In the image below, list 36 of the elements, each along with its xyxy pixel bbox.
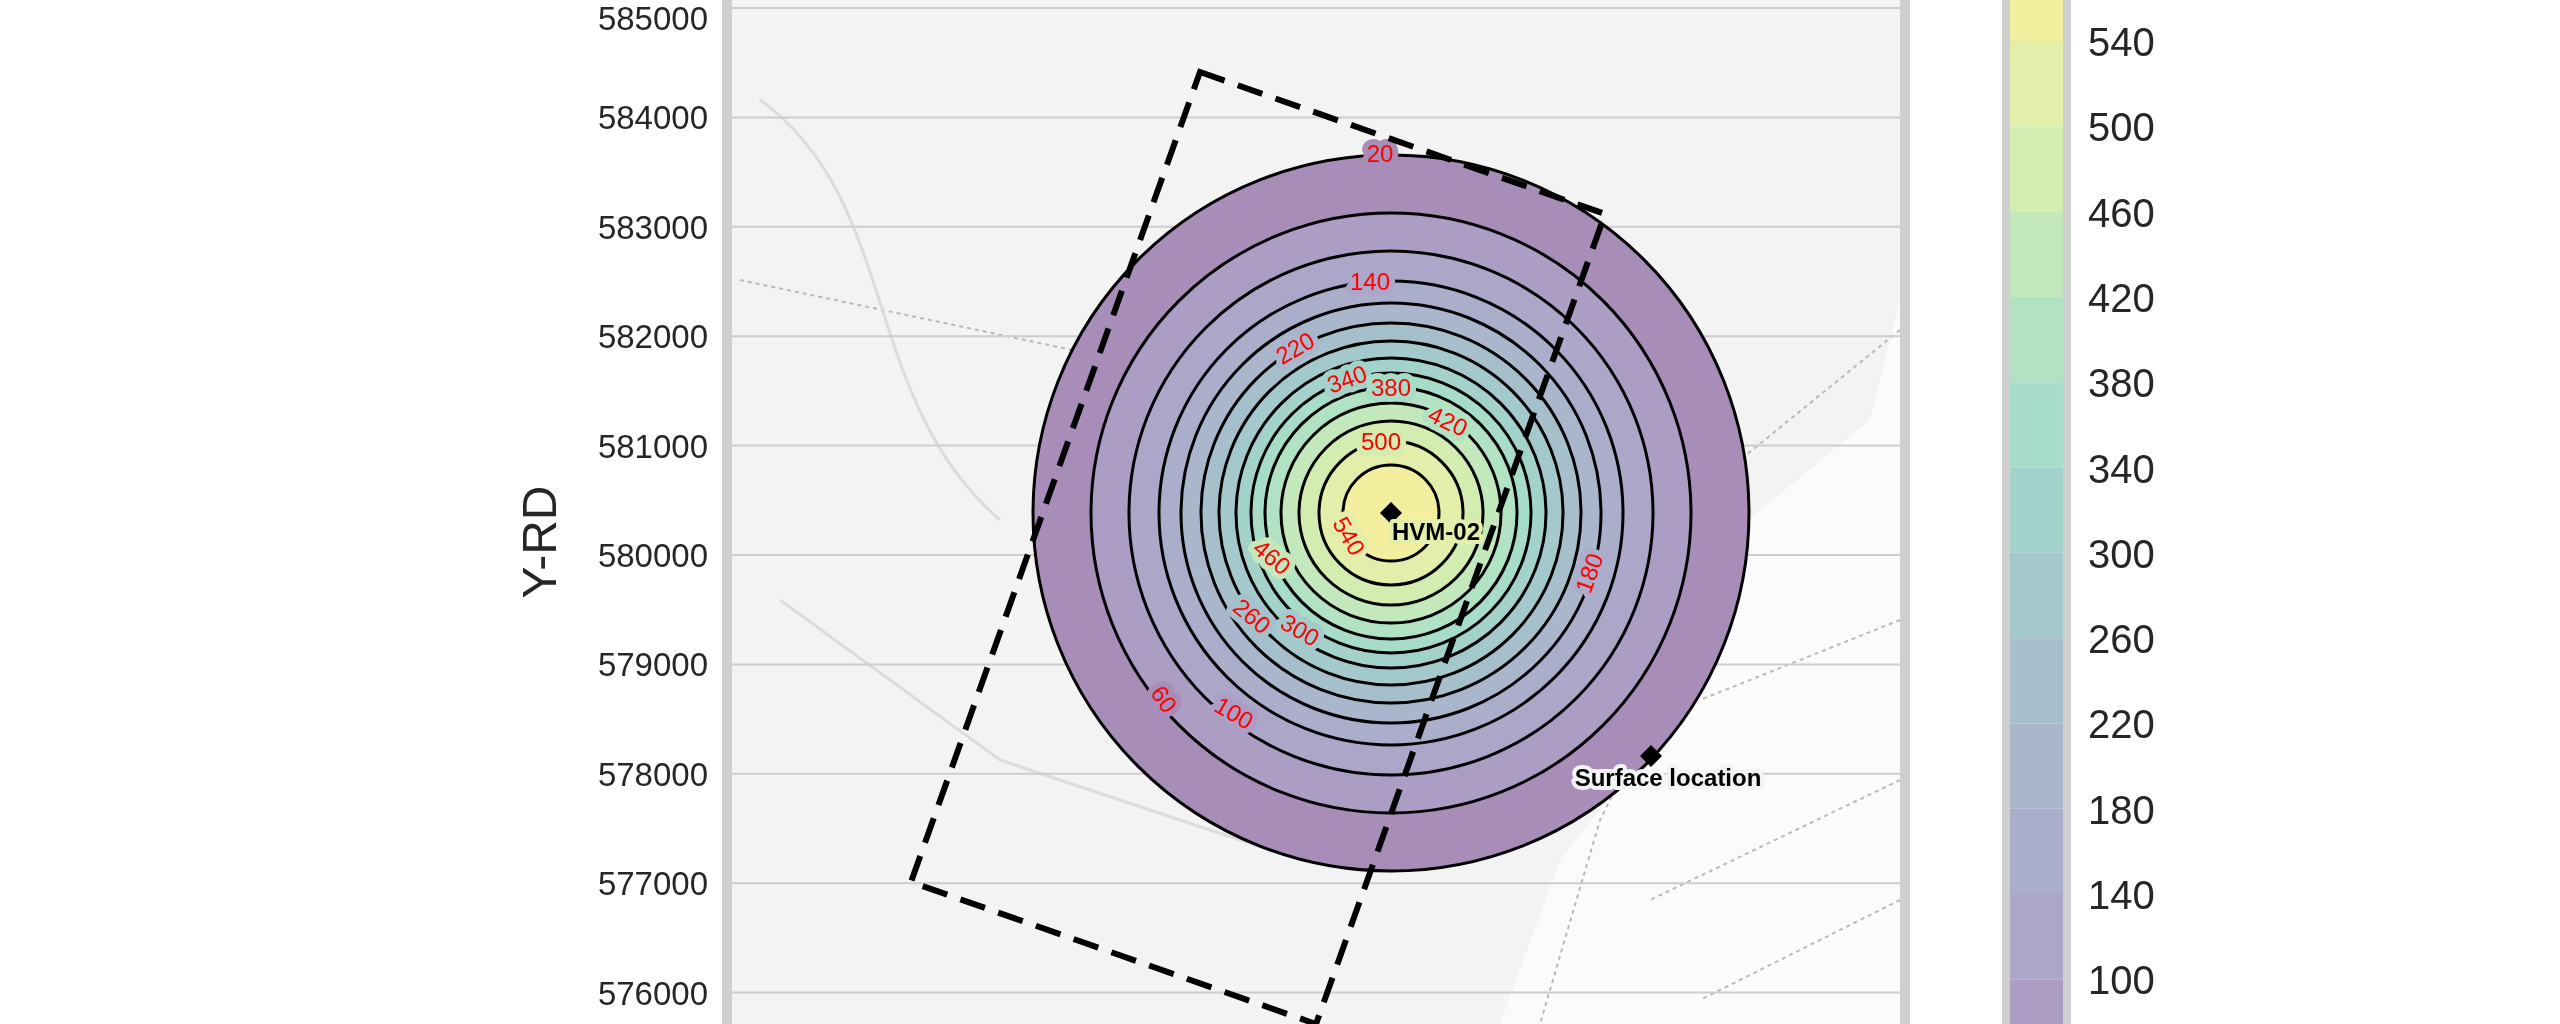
y-tick-label: 580000 xyxy=(597,537,708,574)
colorbar-tick-label: 540 xyxy=(2088,20,2155,64)
contour-label: 100 xyxy=(1209,691,1259,735)
colorbar-tick-label: 180 xyxy=(2088,787,2155,832)
contour-label: 60 xyxy=(1145,680,1183,718)
colorbar-tick-label: 260 xyxy=(2088,617,2155,662)
colorbar-tick-label: 340 xyxy=(2088,446,2155,491)
contour-label: 340 xyxy=(1323,359,1371,399)
y-tick-label: 579000 xyxy=(597,646,708,684)
diamond-marker xyxy=(1640,745,1662,767)
y-tick-label: 576000 xyxy=(597,974,708,1012)
colorbar-tick-label: 300 xyxy=(2088,531,2155,576)
contour-label: 260 xyxy=(1228,592,1276,640)
y-tick-label: 585000 xyxy=(597,0,708,37)
contour-label: 460 xyxy=(1248,533,1296,581)
contour-label: 540 xyxy=(1327,511,1371,561)
y-tick-label: 584000 xyxy=(597,99,708,137)
contour-label: 220 xyxy=(1270,326,1320,370)
contour-label: 20 xyxy=(1366,139,1394,167)
y-axis-label: Y-RD xyxy=(513,485,566,599)
colorbar-tick-label: 100 xyxy=(2088,958,2155,1003)
y-tick-label: 583000 xyxy=(597,208,708,246)
colorbar-tick-label: 140 xyxy=(2088,873,2155,917)
contour-label: 300 xyxy=(1275,608,1325,652)
colorbar-tick-label: 380 xyxy=(2088,361,2155,406)
contour-label: 180 xyxy=(1569,549,1609,597)
y-tick-label: 578000 xyxy=(597,755,708,793)
colorbar-tick-label: 460 xyxy=(2088,190,2155,235)
contour-label: 420 xyxy=(1424,400,1472,442)
colorbar-tick-label: 500 xyxy=(2088,105,2155,150)
y-tick-label: 581000 xyxy=(597,427,708,465)
colorbar-tick-label: 220 xyxy=(2088,702,2155,747)
diamond-marker xyxy=(1380,502,1402,524)
y-tick-label: 582000 xyxy=(597,318,708,356)
colorbar-tick-label: 420 xyxy=(2088,275,2155,320)
y-tick-label: 577000 xyxy=(597,865,708,903)
